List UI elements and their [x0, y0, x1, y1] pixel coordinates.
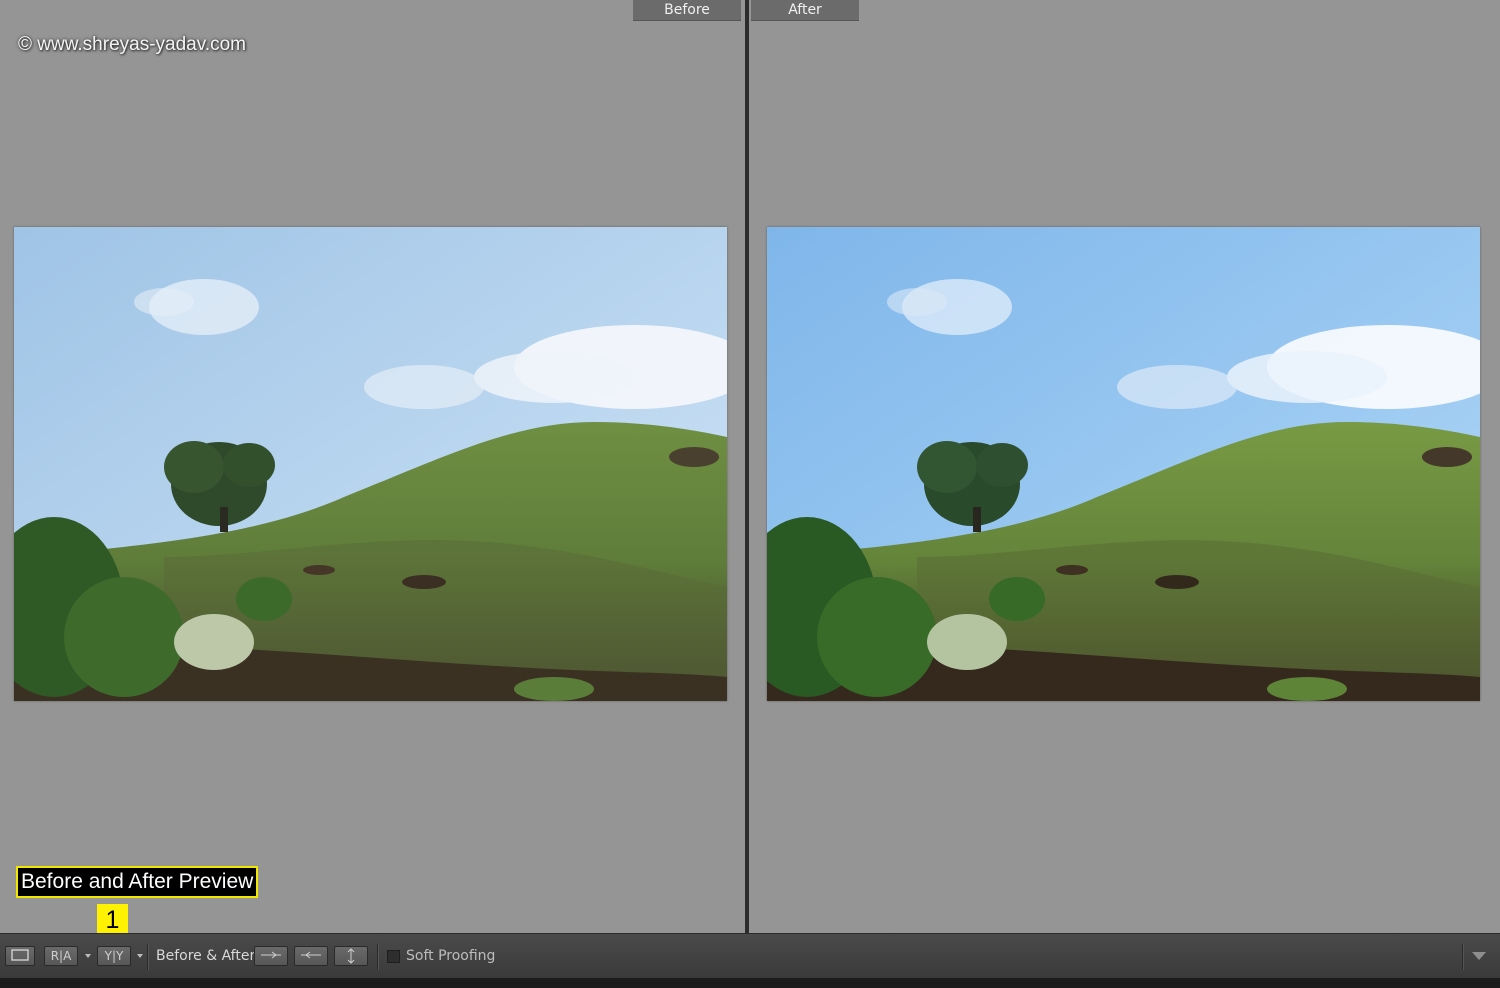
- soft-proofing-checkbox[interactable]: [387, 950, 400, 963]
- after-pane: After: [749, 0, 1500, 933]
- before-after-split-button[interactable]: Y|Y: [97, 946, 131, 966]
- landscape-image: [14, 227, 727, 701]
- lightroom-develop-view: Before © www.shreyas-yadav.com Before an…: [0, 0, 1500, 988]
- before-after-left-right-button[interactable]: R|A: [44, 946, 78, 966]
- toolbar-separator: [377, 944, 378, 970]
- swap-vertical-icon: [347, 948, 355, 964]
- before-pane: Before © www.shreyas-yadav.com Before an…: [0, 0, 745, 933]
- view-mode-dropdown-icon[interactable]: [85, 954, 91, 958]
- ra-split-icon: R|A: [50, 949, 72, 963]
- annotation-caption: Before and After Preview: [16, 866, 259, 898]
- soft-proofing-label: Soft Proofing: [406, 948, 496, 964]
- before-after-label: Before & After :: [156, 948, 265, 964]
- bottom-strip: [0, 978, 1500, 988]
- develop-toolbar: R|A Y|Y Before & After : Soft Proofing: [0, 933, 1500, 979]
- watermark: © www.shreyas-yadav.com: [18, 34, 246, 55]
- after-photo[interactable]: [767, 227, 1480, 701]
- yy-split-icon: Y|Y: [104, 949, 124, 963]
- swap-before-after-button[interactable]: [334, 946, 368, 966]
- arrow-left-icon: [301, 951, 321, 959]
- split-mode-dropdown-icon[interactable]: [137, 954, 143, 958]
- callout-number-badge: 1: [97, 904, 128, 933]
- loupe-view-icon: [11, 949, 29, 961]
- arrow-right-icon: [261, 951, 281, 959]
- landscape-image-edited: [767, 227, 1480, 701]
- toolbar-separator: [147, 944, 148, 970]
- copy-before-to-after-button[interactable]: [254, 946, 288, 966]
- after-label: After: [751, 0, 859, 21]
- chevron-down-icon[interactable]: [1472, 952, 1486, 960]
- copy-after-to-before-button[interactable]: [294, 946, 328, 966]
- toolbar-separator: [1462, 944, 1463, 970]
- before-photo[interactable]: [14, 227, 727, 701]
- before-label: Before: [633, 0, 741, 21]
- loupe-view-button[interactable]: [5, 946, 35, 966]
